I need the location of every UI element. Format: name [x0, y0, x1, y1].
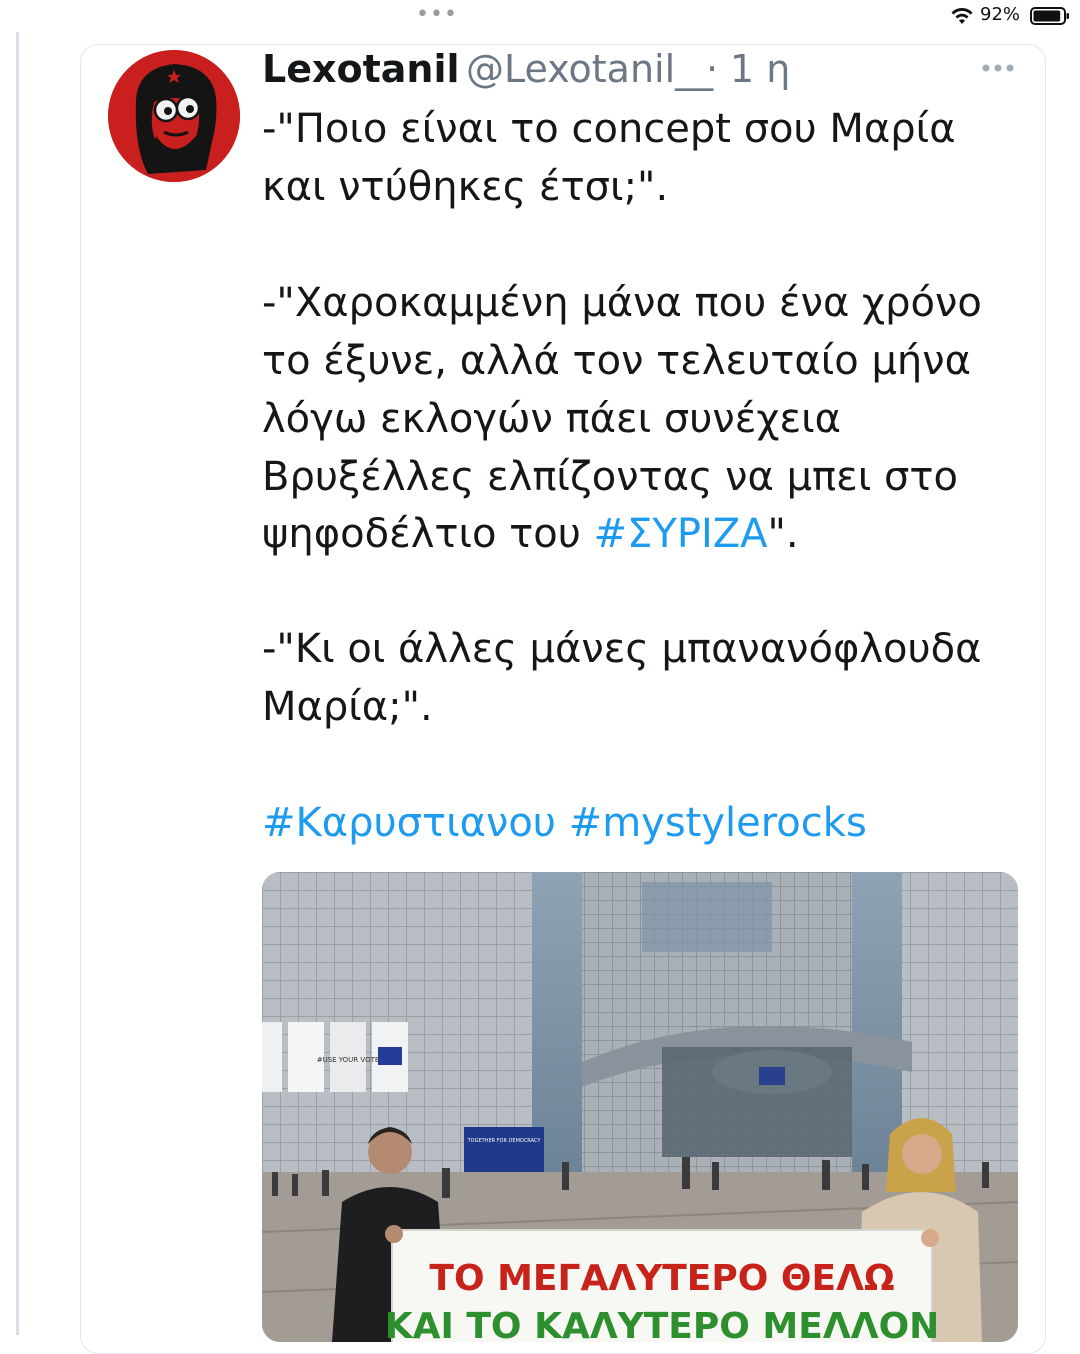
wifi-icon [951, 8, 973, 24]
tweet-text-line: Βρυξέλλες ελπίζοντας να μπει στο [262, 454, 958, 500]
text-fragment: ψηφοδέλτιο του [262, 511, 594, 557]
status-bar: ••• 92% [0, 0, 1080, 32]
tweet-text-line: λόγω εκλογών πάει συνέχεια [262, 396, 842, 442]
tweet-text-line: το έξυνε, αλλά τον τελευταίο μήνα [262, 338, 971, 384]
more-options-icon[interactable] [978, 56, 1018, 80]
banner-text-line2: ΚΑΙ ΤΟ ΚΑΛΥΤΕΡΟ ΜΕΛΛΟΝ [385, 1306, 940, 1342]
tweet-photo[interactable]: #USE YOUR VOTE TOGETHER FOR DEMOCRACY ΤΟ… [262, 872, 1018, 1342]
banner-text-line1: ΤΟ ΜΕΓΑΛΥΤΕΡΟ ΘΕΛΩ [429, 1258, 894, 1299]
hashtags-line: #Καρυστιανου #mystylerocks [262, 794, 867, 852]
sign-text: TOGETHER FOR DEMOCRACY [467, 1138, 542, 1144]
tweet-text-line: -"Κι οι άλλες μάνες μπανανόφλουδα [262, 626, 982, 672]
status-dots-icon: ••• [416, 2, 458, 27]
left-divider [16, 32, 19, 1335]
tweet-text-line: Μαρία;". [262, 684, 433, 730]
tweet-text-line: ψηφοδέλτιο του #ΣΥΡΙΖΑ". [262, 505, 799, 563]
text-fragment: ". [767, 511, 799, 557]
tweet-text-line: -"Ποιο είναι το concept σου Μαρία [262, 106, 956, 152]
display-name[interactable]: Lexotanil [262, 46, 460, 92]
sign-text: #USE YOUR VOTE [317, 1056, 380, 1064]
battery-icon [1030, 7, 1069, 25]
cartoon-avatar-icon[interactable] [108, 50, 240, 182]
separator-dot: · [706, 47, 719, 91]
tweet-text-line: -"Χαροκαμμένη μάνα που ένα χρόνο [262, 280, 982, 326]
hashtag-link-mystylerocks[interactable]: #mystylerocks [569, 800, 867, 846]
hashtag-link-karystianou[interactable]: #Καρυστιανου [262, 800, 556, 846]
hashtag-link-syriza[interactable]: #ΣΥΡΙΖΑ [594, 511, 768, 557]
tweet-time[interactable]: 1 η [730, 46, 790, 92]
user-handle[interactable]: @Lexotanil__ [466, 46, 713, 92]
battery-percent: 92% [980, 4, 1021, 25]
tweet-text-line: και ντύθηκες έτσι;". [262, 164, 669, 210]
